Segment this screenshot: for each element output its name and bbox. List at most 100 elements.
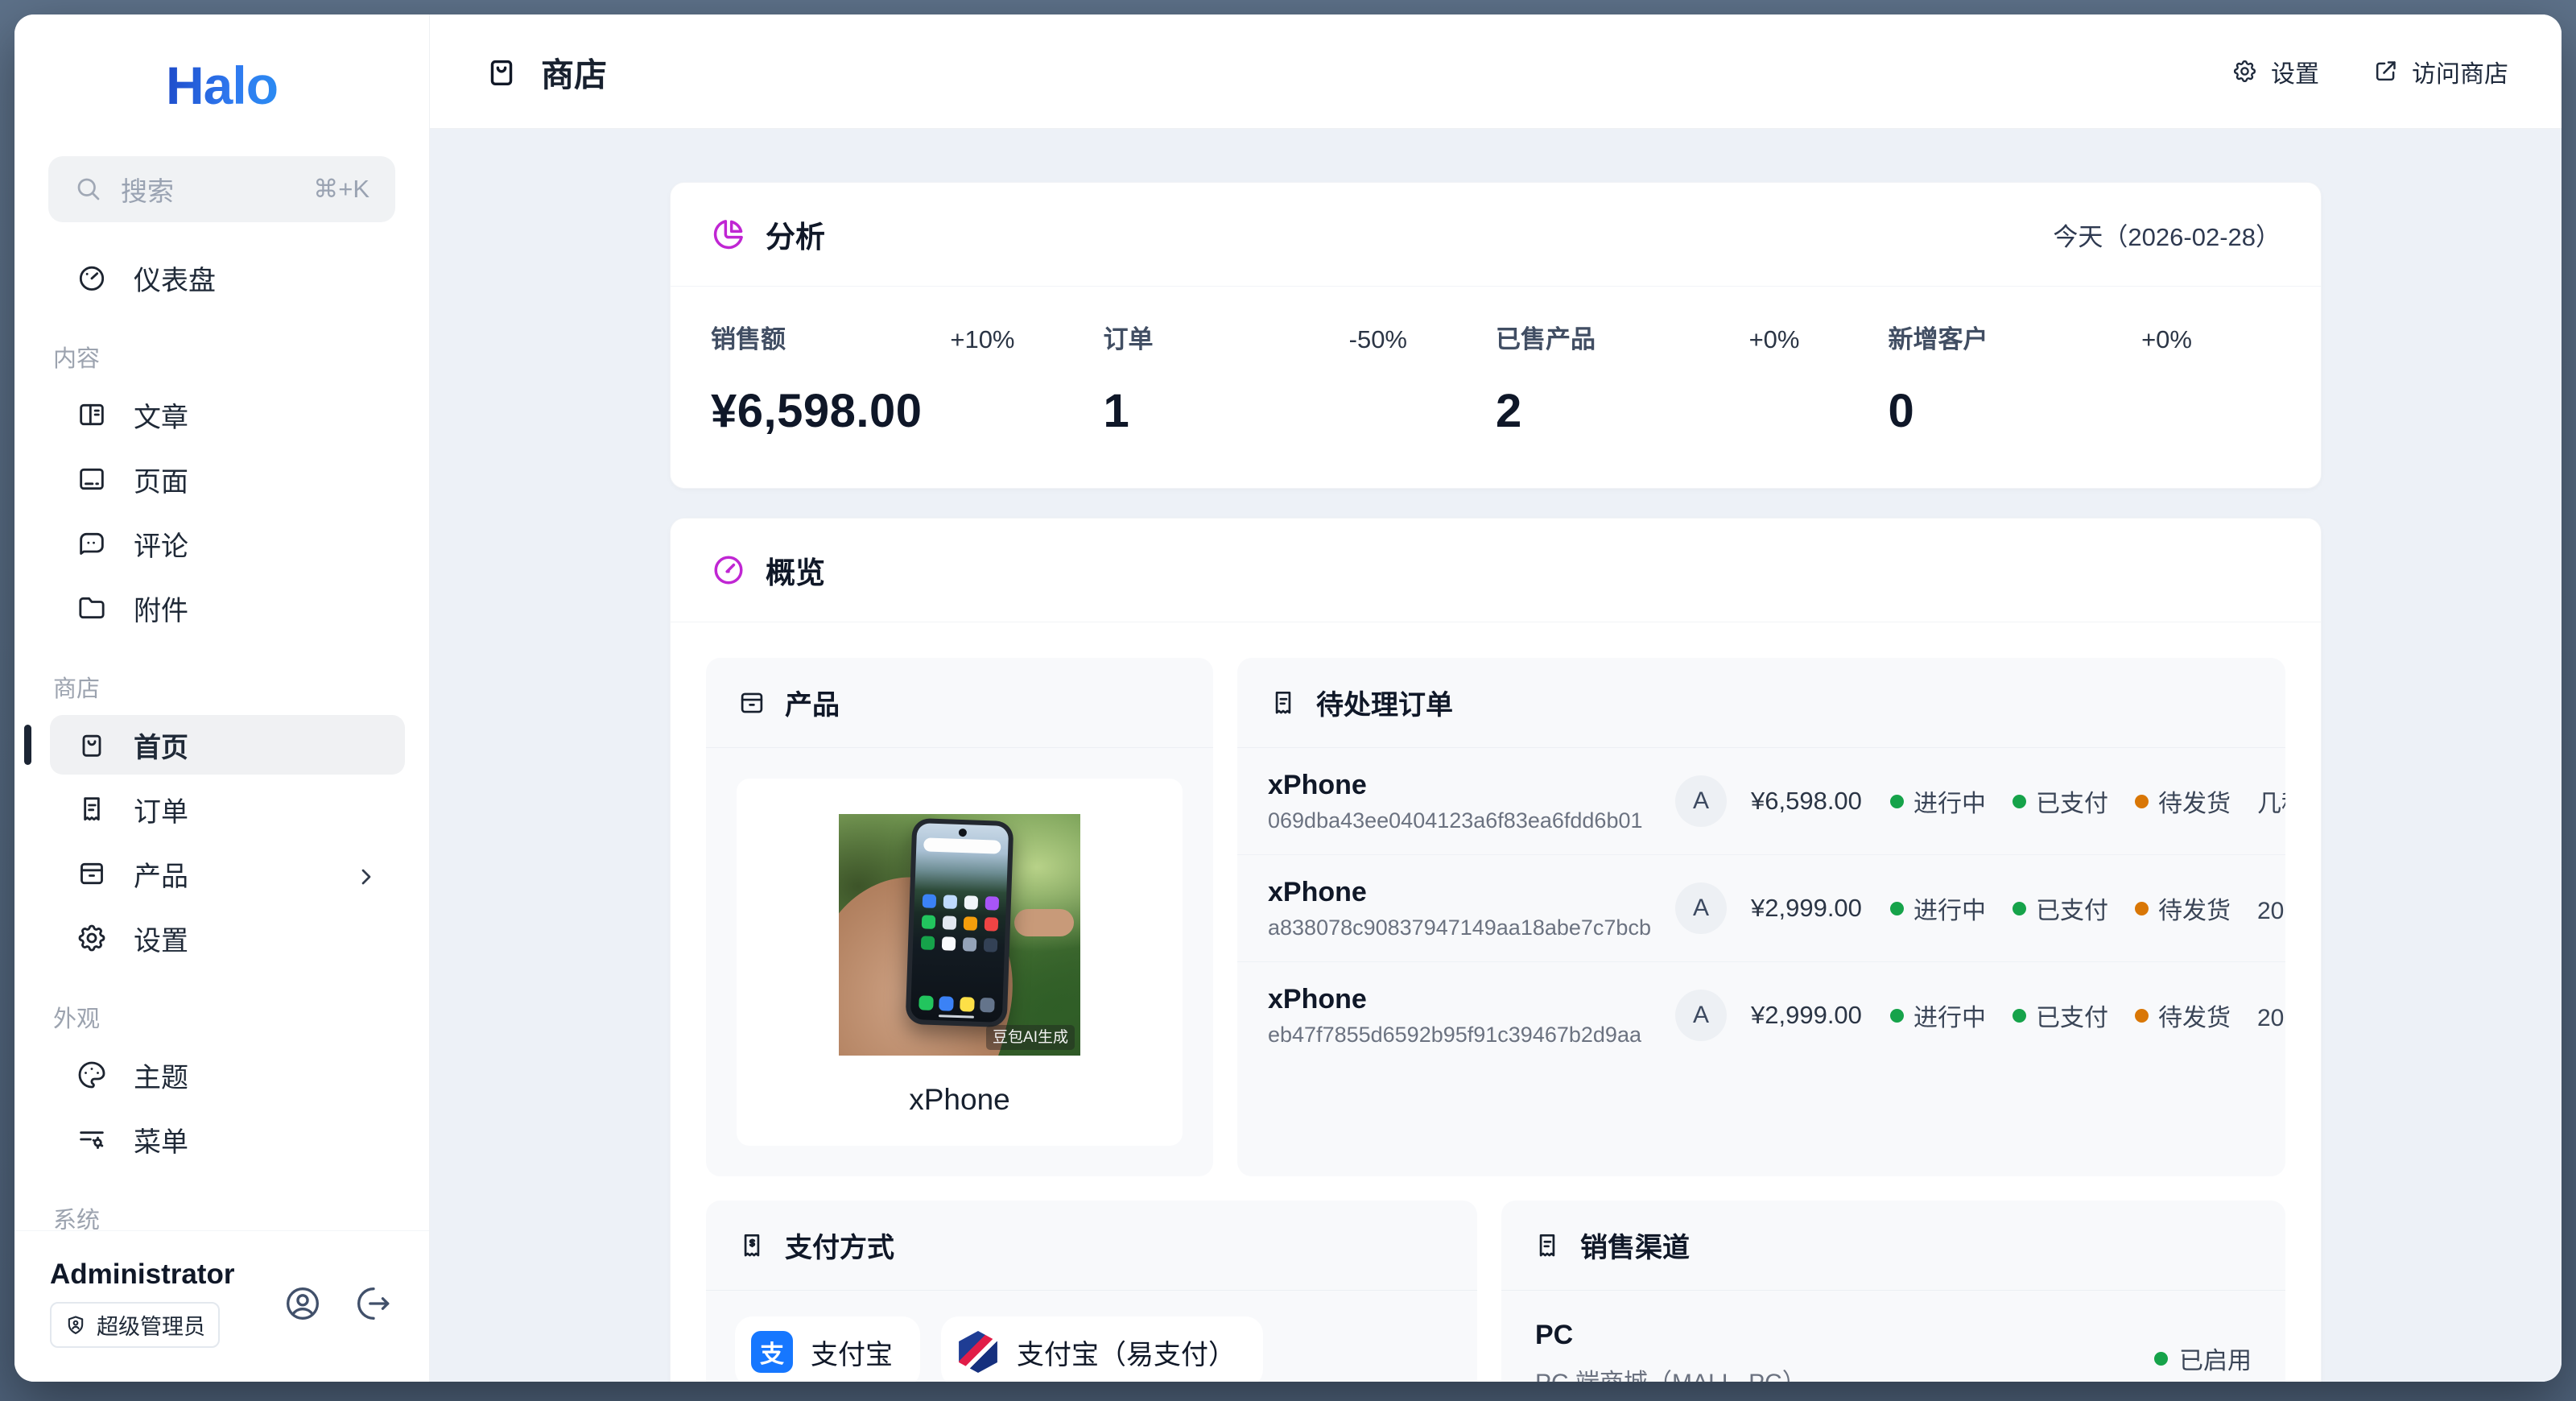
product-card-xphone[interactable]: 豆包AI生成 xPhone <box>737 779 1183 1146</box>
metric-value: 1 <box>1104 384 1408 438</box>
sidebar-item-menus[interactable]: 菜单 <box>50 1110 405 1169</box>
status-dot-amber <box>2135 795 2149 808</box>
channel-name: PC <box>1535 1320 1806 1351</box>
metric-value: 0 <box>1889 384 2193 438</box>
metric-delta: +10% <box>950 325 1014 354</box>
browser-icon <box>76 463 108 495</box>
sidebar-section-system: 系统 <box>53 1201 402 1230</box>
metric-label: 新增客户 <box>1889 319 1988 355</box>
user-name: Administrator <box>50 1258 234 1291</box>
order-amount: ¥6,598.00 <box>1751 787 1864 816</box>
app-window: Halo 搜索 ⌘+K 仪表盘 内容 <box>14 14 2562 1382</box>
channel-status-label: 已启用 <box>2179 1341 2252 1376</box>
receipt-icon <box>1532 1230 1563 1261</box>
sidebar-item-label: 附件 <box>134 589 188 628</box>
status-dot-green <box>2013 1009 2026 1023</box>
folder-icon <box>76 592 108 624</box>
status-dot-green <box>1890 902 1904 915</box>
sidebar-item-attachments[interactable]: 附件 <box>50 578 405 638</box>
metric-label: 订单 <box>1104 319 1154 355</box>
user-circle-icon <box>283 1283 323 1324</box>
sidebar-item-posts[interactable]: 文章 <box>50 385 405 444</box>
sidebar-nav: 仪表盘 内容 文章 页面 <box>14 237 429 1230</box>
metric-sales: 销售额 +10% ¥6,598.00 <box>711 319 1104 438</box>
order-row[interactable]: xPhone eb47f7855d6592b95f91c39467b2d9aa … <box>1237 962 2285 1068</box>
metric-products-sold: 已售产品 +0% 2 <box>1496 319 1889 438</box>
box-icon <box>737 688 767 718</box>
order-row[interactable]: xPhone a838078c90837947149aa18abe7c7bcb … <box>1237 855 2285 962</box>
payment-method-label: 支付宝（易支付） <box>1017 1333 1236 1372</box>
pending-orders-title: 待处理订单 <box>1316 683 1453 722</box>
pending-orders-widget: 待处理订单 xPhone 069dba43ee0404123a6f83ea6fd… <box>1237 658 2285 1176</box>
order-number: 069dba43ee0404123a6f83ea6fdd6b01 <box>1268 808 1664 833</box>
status-dot-green <box>2013 902 2026 915</box>
status-badge-paid: 已支付 <box>2013 998 2108 1033</box>
search-shortcut: ⌘+K <box>313 175 369 204</box>
sidebar: Halo 搜索 ⌘+K 仪表盘 内容 <box>14 14 430 1382</box>
settings-button-label: 设置 <box>2271 54 2319 89</box>
sidebar-section-shop: 商店 <box>53 670 402 704</box>
channel-status: 已启用 <box>2154 1341 2252 1376</box>
sidebar-item-comments[interactable]: 评论 <box>50 514 405 573</box>
sidebar-user-panel: Administrator 超级管理员 <box>14 1230 429 1382</box>
order-product: xPhone <box>1268 877 1664 908</box>
sidebar-item-label: 主题 <box>134 1056 188 1095</box>
metric-value: ¥6,598.00 <box>711 384 1015 438</box>
order-number: a838078c90837947149aa18abe7c7bcb <box>1268 915 1664 940</box>
status-badge-paid: 已支付 <box>2013 891 2108 926</box>
order-amount: ¥2,999.00 <box>1751 1001 1864 1030</box>
shopping-bag-icon <box>483 53 520 90</box>
receipt-icon <box>76 793 108 825</box>
sidebar-item-products[interactable]: 产品 <box>50 844 405 903</box>
sidebar-item-label: 评论 <box>134 524 188 564</box>
image-watermark: 豆包AI生成 <box>986 1025 1075 1050</box>
settings-button[interactable]: 设置 <box>2231 54 2319 89</box>
status-badge-ship: 待发货 <box>2135 783 2231 819</box>
metric-label: 销售额 <box>711 319 786 355</box>
status-dot-amber <box>2135 902 2149 915</box>
sidebar-item-shop-settings[interactable]: 设置 <box>50 908 405 968</box>
sidebar-item-shop-home[interactable]: 首页 <box>50 715 405 775</box>
payment-method-alipay[interactable]: 支 支付宝 <box>735 1316 920 1382</box>
metric-delta: -50% <box>1349 325 1407 354</box>
sidebar-item-pages[interactable]: 页面 <box>50 449 405 509</box>
chart-pie-icon <box>711 217 746 252</box>
sidebar-item-label: 设置 <box>134 919 188 958</box>
alipay-icon: 支 <box>751 1331 793 1373</box>
logout-button[interactable] <box>353 1283 394 1324</box>
sidebar-item-label: 仪表盘 <box>134 258 216 298</box>
channel-row-pc[interactable]: PC PC 端商城（MALL_PC） 已启用 <box>1501 1291 2285 1382</box>
metric-new-customers: 新增客户 +0% 0 <box>1889 319 2281 438</box>
order-time: 几秒前 <box>2257 783 2285 819</box>
comment-icon <box>76 527 108 560</box>
analytics-card: 分析 今天（2026-02-28） 销售额 +10% ¥6,598.00 <box>670 182 2322 489</box>
content-scroll[interactable]: 分析 今天（2026-02-28） 销售额 +10% ¥6,598.00 <box>430 129 2562 1382</box>
visit-shop-button[interactable]: 访问商店 <box>2372 54 2508 89</box>
payment-methods-title: 支付方式 <box>785 1225 894 1265</box>
gauge-icon <box>711 552 746 588</box>
active-indicator <box>24 725 31 765</box>
sidebar-item-orders[interactable]: 订单 <box>50 779 405 839</box>
sidebar-user-actions <box>283 1283 394 1324</box>
visit-shop-button-label: 访问商店 <box>2412 54 2508 89</box>
profile-button[interactable] <box>283 1283 323 1324</box>
page-title: 商店 <box>541 48 607 96</box>
sidebar-item-themes[interactable]: 主题 <box>50 1045 405 1105</box>
payment-method-alipay-yipay[interactable]: 支付宝（易支付） <box>941 1316 1263 1382</box>
sidebar-item-dashboard[interactable]: 仪表盘 <box>50 248 405 308</box>
status-badge-flow: 进行中 <box>1890 891 1986 926</box>
halo-logo: Halo <box>166 55 278 116</box>
status-dot-amber <box>2135 1009 2149 1023</box>
status-dot-green <box>1890 795 1904 808</box>
avatar: A <box>1675 990 1727 1041</box>
payment-methods-widget: 支付方式 支 支付宝 <box>706 1201 1477 1382</box>
status-dot-green <box>2154 1352 2168 1366</box>
logout-icon <box>353 1283 394 1324</box>
page-header: 商店 设置 访问商店 <box>430 14 2562 129</box>
order-row[interactable]: xPhone 069dba43ee0404123a6f83ea6fdd6b01 … <box>1237 748 2285 855</box>
order-time: 20 小时前 <box>2257 891 2285 926</box>
search-input[interactable]: 搜索 ⌘+K <box>48 156 395 222</box>
sidebar-item-label: 产品 <box>134 854 188 894</box>
status-badge-ship: 待发货 <box>2135 998 2231 1033</box>
metric-value: 2 <box>1496 384 1800 438</box>
